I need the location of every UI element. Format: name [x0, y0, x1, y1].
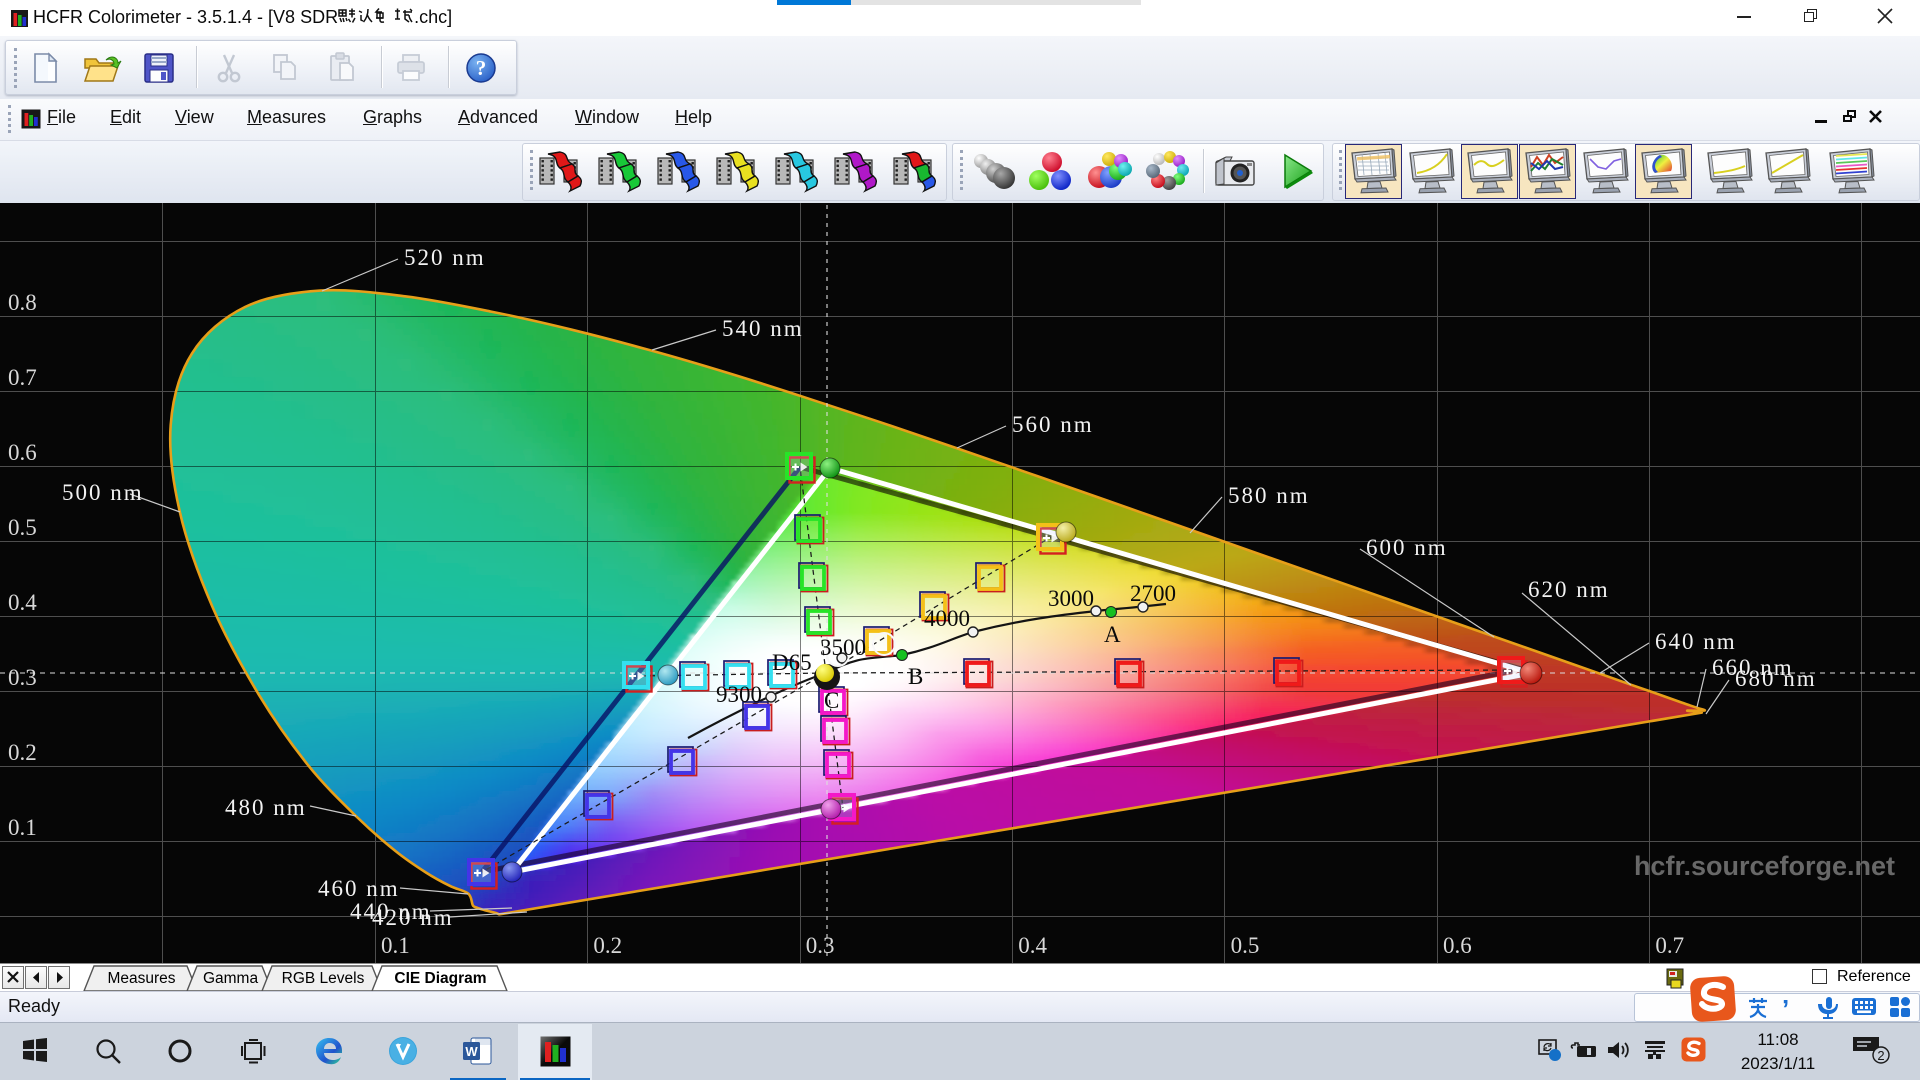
svg-text:600 nm: 600 nm	[1366, 535, 1448, 560]
svg-text:0.2: 0.2	[593, 933, 622, 958]
svg-text:580 nm: 580 nm	[1228, 483, 1310, 508]
svg-text:540 nm: 540 nm	[722, 316, 804, 341]
svg-text:CIE Diagram: CIE Diagram	[394, 970, 486, 987]
svg-text:680 nm: 680 nm	[1735, 666, 1817, 691]
svg-text:Gamma: Gamma	[203, 970, 259, 987]
svg-text:3000: 3000	[1048, 586, 1094, 611]
svg-text:0.7: 0.7	[8, 365, 37, 390]
svg-text:?: ?	[476, 56, 487, 80]
svg-text:520 nm: 520 nm	[404, 245, 486, 270]
svg-text:2700: 2700	[1130, 581, 1176, 606]
svg-text:0.1: 0.1	[381, 933, 410, 958]
svg-text:4000: 4000	[924, 606, 970, 631]
svg-text:0.7: 0.7	[1655, 933, 1684, 958]
svg-text:RGB Levels: RGB Levels	[282, 970, 365, 987]
svg-text:A: A	[1104, 622, 1121, 647]
svg-text:420 nm: 420 nm	[372, 905, 454, 930]
svg-text:0.6: 0.6	[1443, 933, 1472, 958]
svg-text:W: W	[465, 1044, 478, 1059]
svg-text:0.4: 0.4	[8, 590, 37, 615]
svg-text:Measures: Measures	[107, 970, 175, 987]
svg-text:3500: 3500	[820, 635, 866, 660]
svg-text:0.8: 0.8	[8, 290, 37, 315]
svg-text:0.5: 0.5	[1231, 933, 1260, 958]
svg-text:D65: D65	[772, 650, 812, 675]
svg-text:9300: 9300	[716, 682, 762, 707]
svg-text:2: 2	[1877, 1048, 1884, 1063]
svg-text:560 nm: 560 nm	[1012, 412, 1094, 437]
svg-text:0.6: 0.6	[8, 440, 37, 465]
svg-text:0.5: 0.5	[8, 515, 37, 540]
svg-text:0.4: 0.4	[1018, 933, 1047, 958]
svg-text:0.3: 0.3	[8, 665, 37, 690]
svg-text:0.1: 0.1	[8, 815, 37, 840]
svg-text:460 nm: 460 nm	[318, 876, 400, 901]
svg-text:B: B	[908, 664, 923, 689]
svg-text:640 nm: 640 nm	[1655, 629, 1737, 654]
svg-text:480 nm: 480 nm	[225, 795, 307, 820]
svg-text:0.3: 0.3	[806, 933, 835, 958]
svg-text:C: C	[824, 688, 839, 713]
svg-text:500 nm: 500 nm	[62, 480, 144, 505]
svg-text:620 nm: 620 nm	[1528, 577, 1610, 602]
svg-text:0.2: 0.2	[8, 740, 37, 765]
svg-text:hcfr.sourceforge.net: hcfr.sourceforge.net	[1634, 851, 1895, 881]
